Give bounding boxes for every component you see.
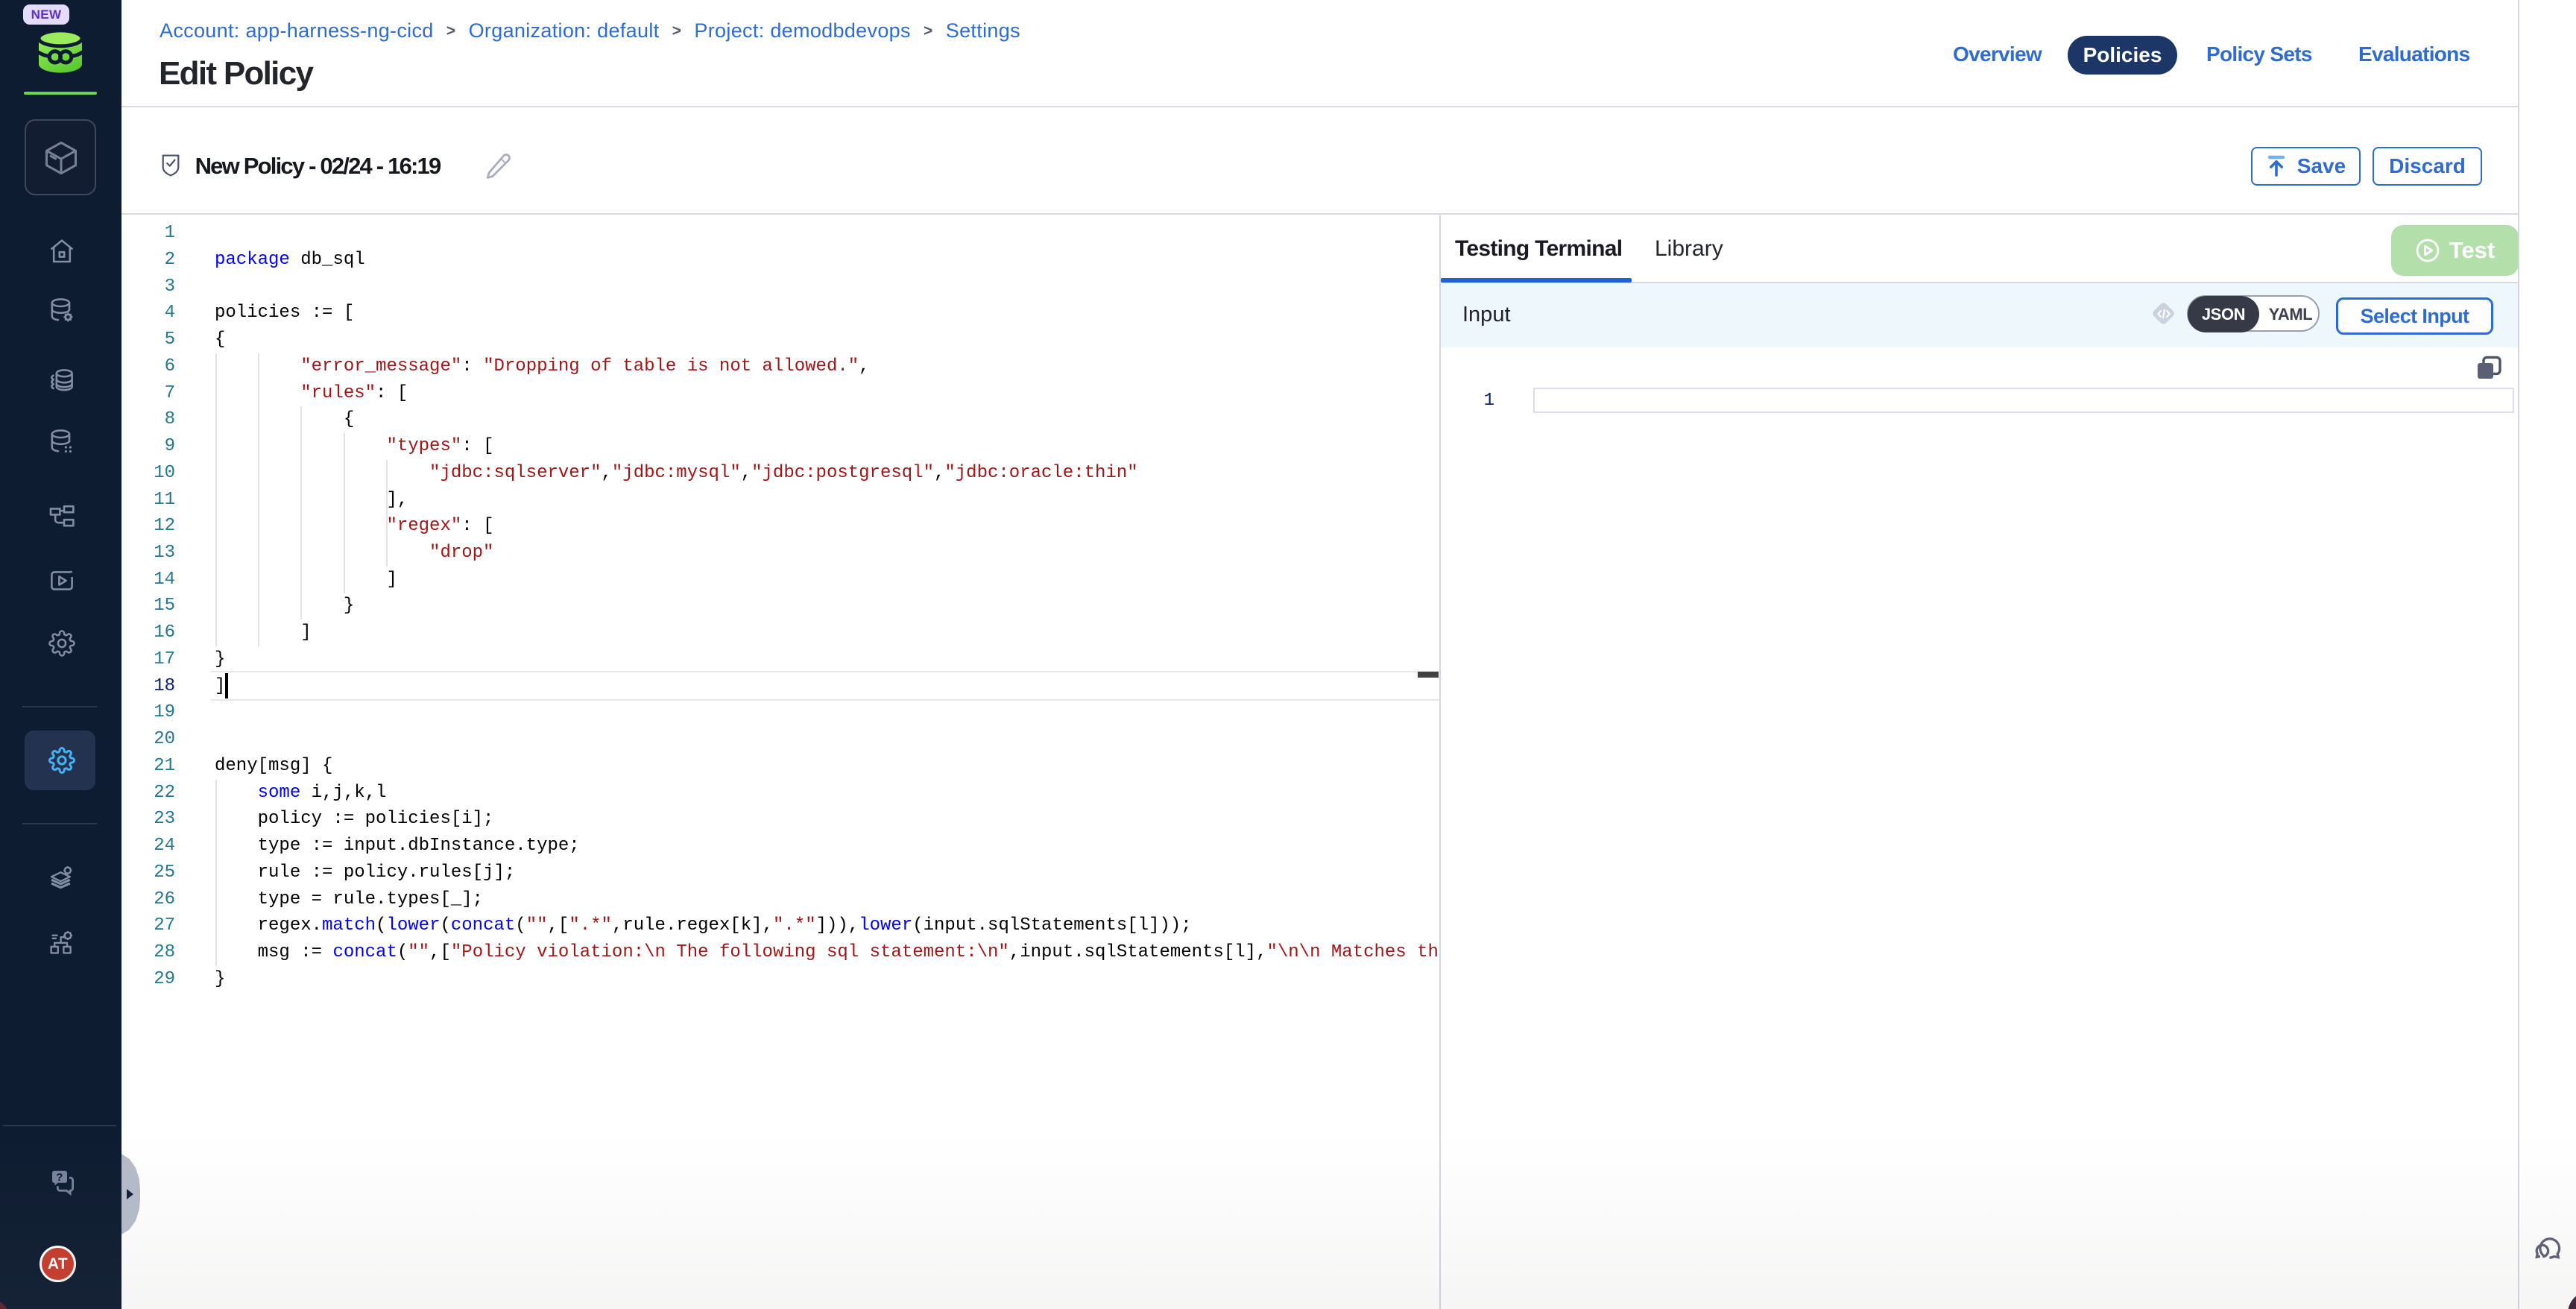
svg-text:?: ? bbox=[56, 1171, 63, 1184]
